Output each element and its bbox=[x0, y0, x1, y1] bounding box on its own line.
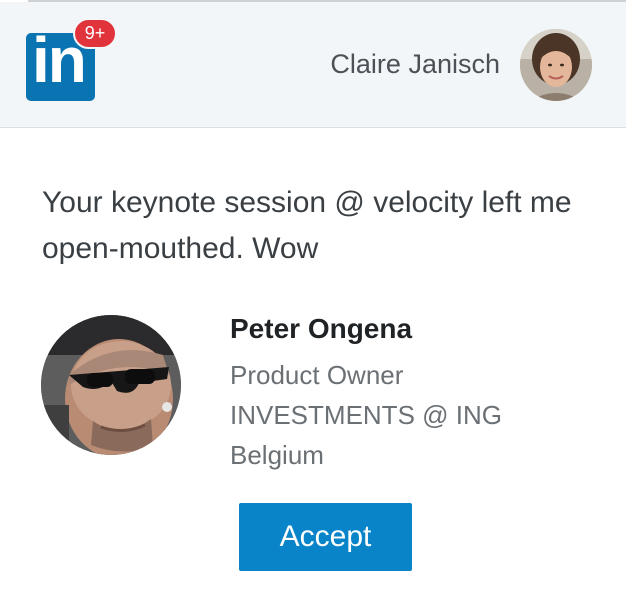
header-bar: in 9+ Claire Janisch bbox=[0, 2, 626, 128]
message-text: Your keynote session @ velocity left me … bbox=[42, 186, 572, 265]
accept-button[interactable]: Accept bbox=[239, 503, 412, 571]
profile-location: Belgium bbox=[230, 440, 324, 470]
user-avatar-icon[interactable] bbox=[520, 29, 592, 101]
profile-photo-icon[interactable] bbox=[41, 315, 181, 455]
profile-name[interactable]: Peter Ongena bbox=[230, 313, 412, 345]
profile-company: INVESTMENTS @ ING bbox=[230, 400, 502, 430]
profile-title: Product Owner bbox=[230, 360, 404, 390]
notification-badge[interactable]: 9+ bbox=[73, 18, 117, 49]
current-user-name[interactable]: Claire Janisch bbox=[330, 49, 500, 80]
